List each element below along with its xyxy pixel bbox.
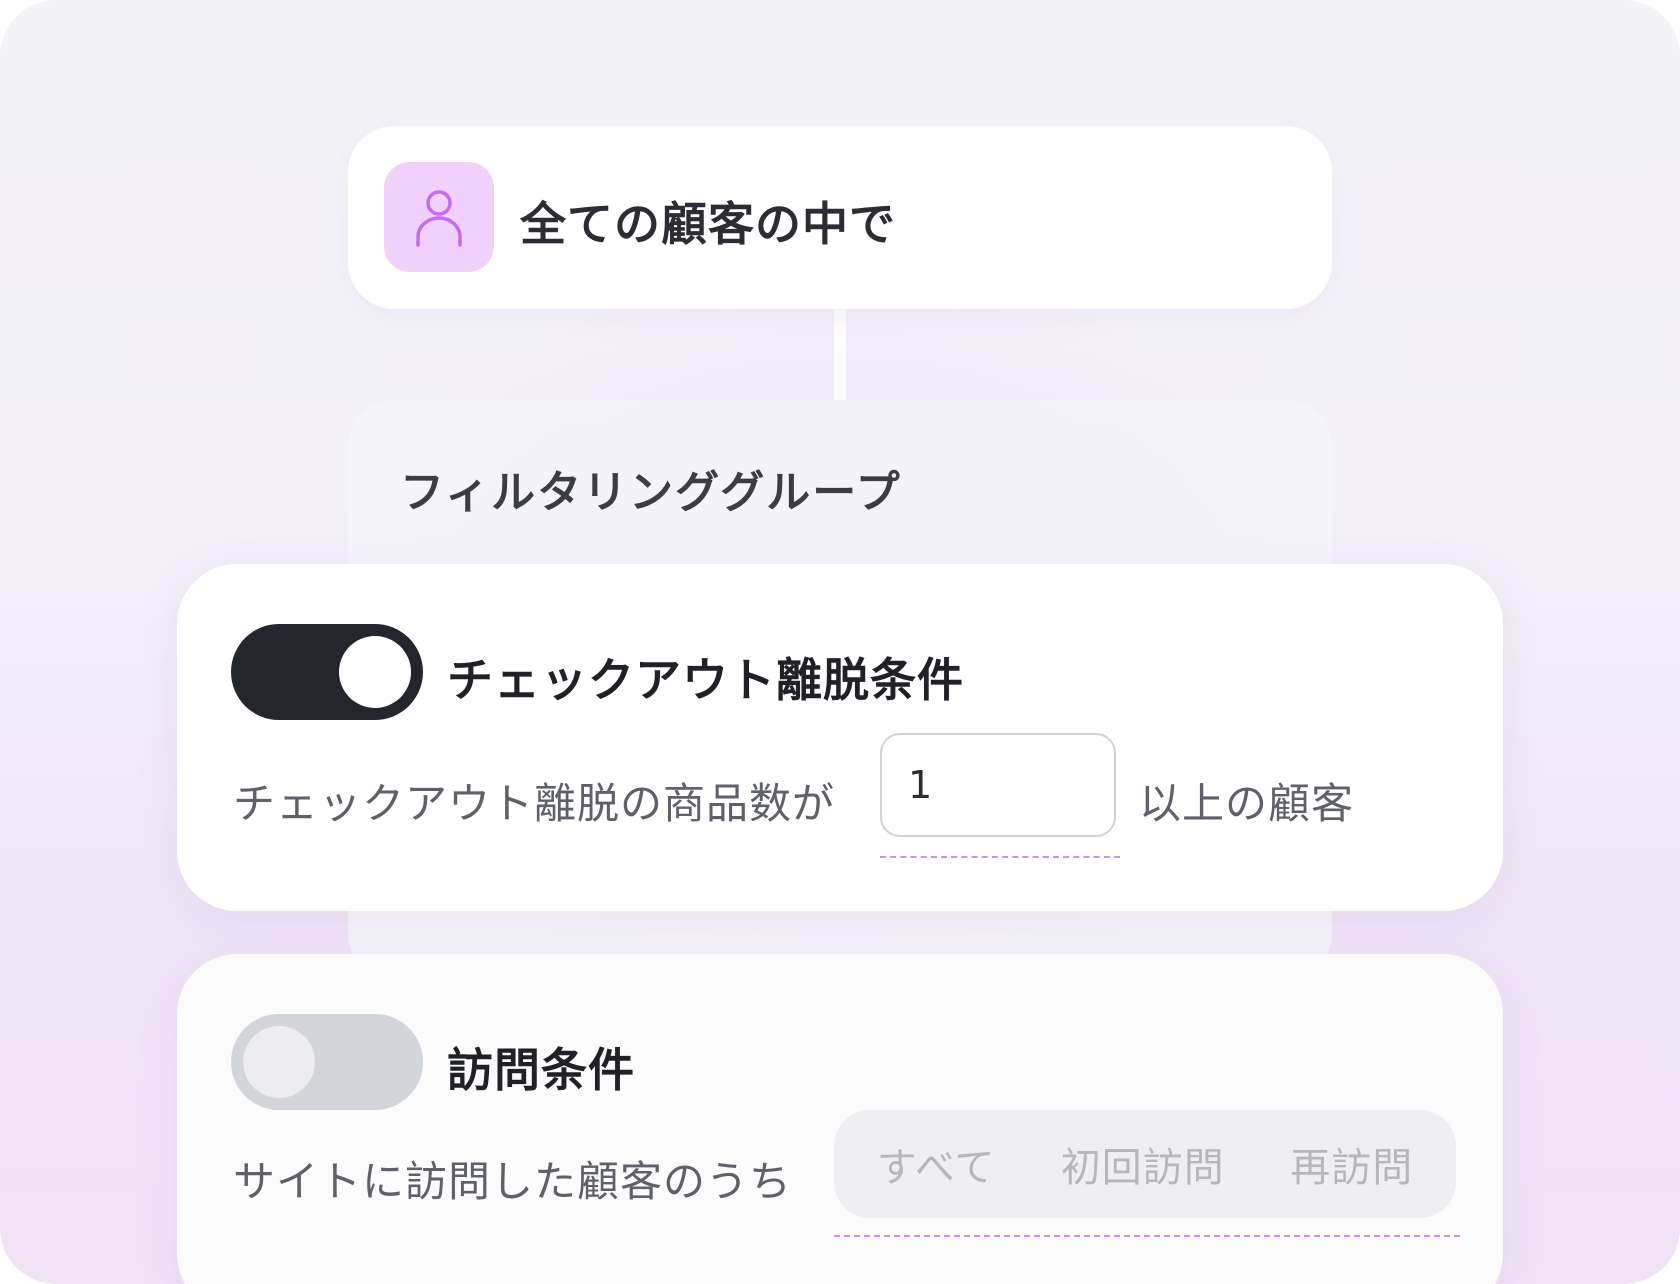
dashed-underline [880,856,1120,858]
toggle-knob [243,1026,315,1098]
visit-condition-prefix: サイトに訪問した顧客のうち [233,1157,793,1206]
checkout-condition-prefix: チェックアウト離脱の商品数が [233,779,836,828]
canvas: 全ての顧客の中で フィルタリンググループ チェックアウト離脱条件 チェックアウト… [0,0,1680,1284]
audience-title: 全ての顧客の中で [520,197,896,251]
audience-card: 全ての顧客の中で [348,126,1332,309]
checkout-condition-suffix: 以上の顧客 [1139,779,1355,828]
filter-group-title: フィルタリンググループ [400,467,902,518]
checkout-quantity-input[interactable] [880,733,1116,837]
visit-condition-title: 訪問条件 [447,1043,635,1097]
checkout-condition-card: チェックアウト離脱条件 チェックアウト離脱の商品数が 以上の顧客 [177,564,1503,911]
connector-line [834,309,846,401]
visit-type-selector[interactable]: すべて 初回訪問 再訪問 [834,1110,1456,1218]
avatar [384,162,494,272]
visit-condition-toggle[interactable] [231,1014,423,1110]
visit-condition-card: 訪問条件 サイトに訪問した顧客のうち すべて 初回訪問 再訪問 [177,954,1503,1284]
visit-option-all[interactable]: すべて [877,1135,996,1193]
visit-option-repeat[interactable]: 再訪問 [1290,1135,1413,1193]
user-icon [416,190,462,247]
toggle-knob [339,636,411,708]
dashed-underline [834,1235,1460,1237]
checkout-condition-title: チェックアウト離脱条件 [447,653,964,707]
checkout-condition-toggle[interactable] [231,624,423,720]
visit-option-first[interactable]: 初回訪問 [1061,1135,1225,1193]
